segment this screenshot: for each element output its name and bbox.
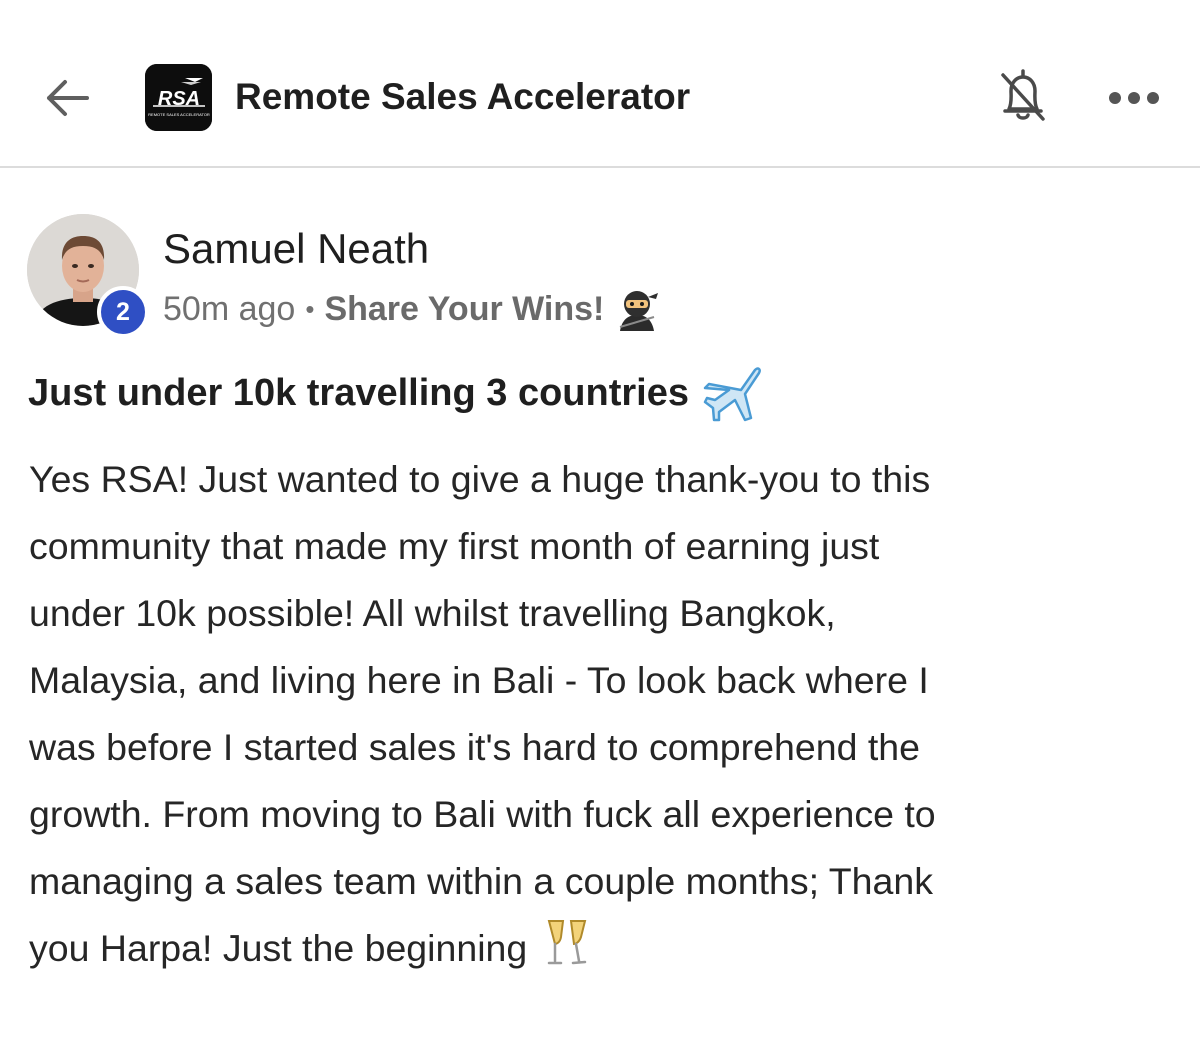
svg-text:REMOTE SALES ACCELERATOR: REMOTE SALES ACCELERATOR <box>148 112 210 117</box>
notification-bell-button[interactable] <box>995 64 1051 126</box>
post-body-line: Malaysia, and living here in Bali - To l… <box>29 659 929 701</box>
post-body-line: community that made my first month of ea… <box>29 525 880 567</box>
post-title[interactable]: Just under 10k travelling 3 countries <box>28 362 763 424</box>
post-body-line: under 10k possible! All whilst travellin… <box>29 592 836 634</box>
post-body-line-text: you Harpa! Just the beginning <box>29 927 528 969</box>
group-logo[interactable]: RSA REMOTE SALES ACCELERATOR <box>145 64 212 131</box>
post-body: Yes RSA! Just wanted to give a huge than… <box>29 446 1169 982</box>
post-category[interactable]: Share Your Wins! <box>324 290 604 329</box>
meta-separator: • <box>305 293 315 324</box>
post-body-line: growth. From moving to Bali with fuck al… <box>29 793 936 835</box>
back-button[interactable] <box>40 72 94 124</box>
rsa-logo-icon: RSA REMOTE SALES ACCELERATOR <box>145 64 212 131</box>
arrow-left-icon <box>47 80 89 116</box>
group-header: RSA REMOTE SALES ACCELERATOR Remote Sale… <box>0 0 1200 168</box>
ninja-emoji-icon <box>620 291 659 331</box>
post-title-text: Just under 10k travelling 3 countries <box>28 372 689 414</box>
champagne-emoji-icon <box>547 920 587 965</box>
more-horizontal-icon <box>1109 92 1159 104</box>
author-name[interactable]: Samuel Neath <box>163 224 429 274</box>
post-body-line: was before I started sales it's hard to … <box>29 726 920 768</box>
level-badge: 2 <box>97 286 149 338</box>
airplane-emoji-icon <box>703 367 761 422</box>
post-body-line-last: you Harpa! Just the beginning <box>29 915 1169 982</box>
author-avatar-container[interactable]: 2 <box>27 214 153 340</box>
post-timestamp: 50m ago <box>163 289 296 328</box>
more-options-button[interactable] <box>1104 80 1164 116</box>
svg-text:RSA: RSA <box>158 88 200 110</box>
post-body-line: Yes RSA! Just wanted to give a huge than… <box>29 458 931 500</box>
post-meta: 50m ago • Share Your Wins! <box>163 287 660 331</box>
bell-off-icon <box>1001 69 1045 121</box>
group-name[interactable]: Remote Sales Accelerator <box>235 74 690 120</box>
post-body-line: managing a sales team within a couple mo… <box>29 860 933 902</box>
